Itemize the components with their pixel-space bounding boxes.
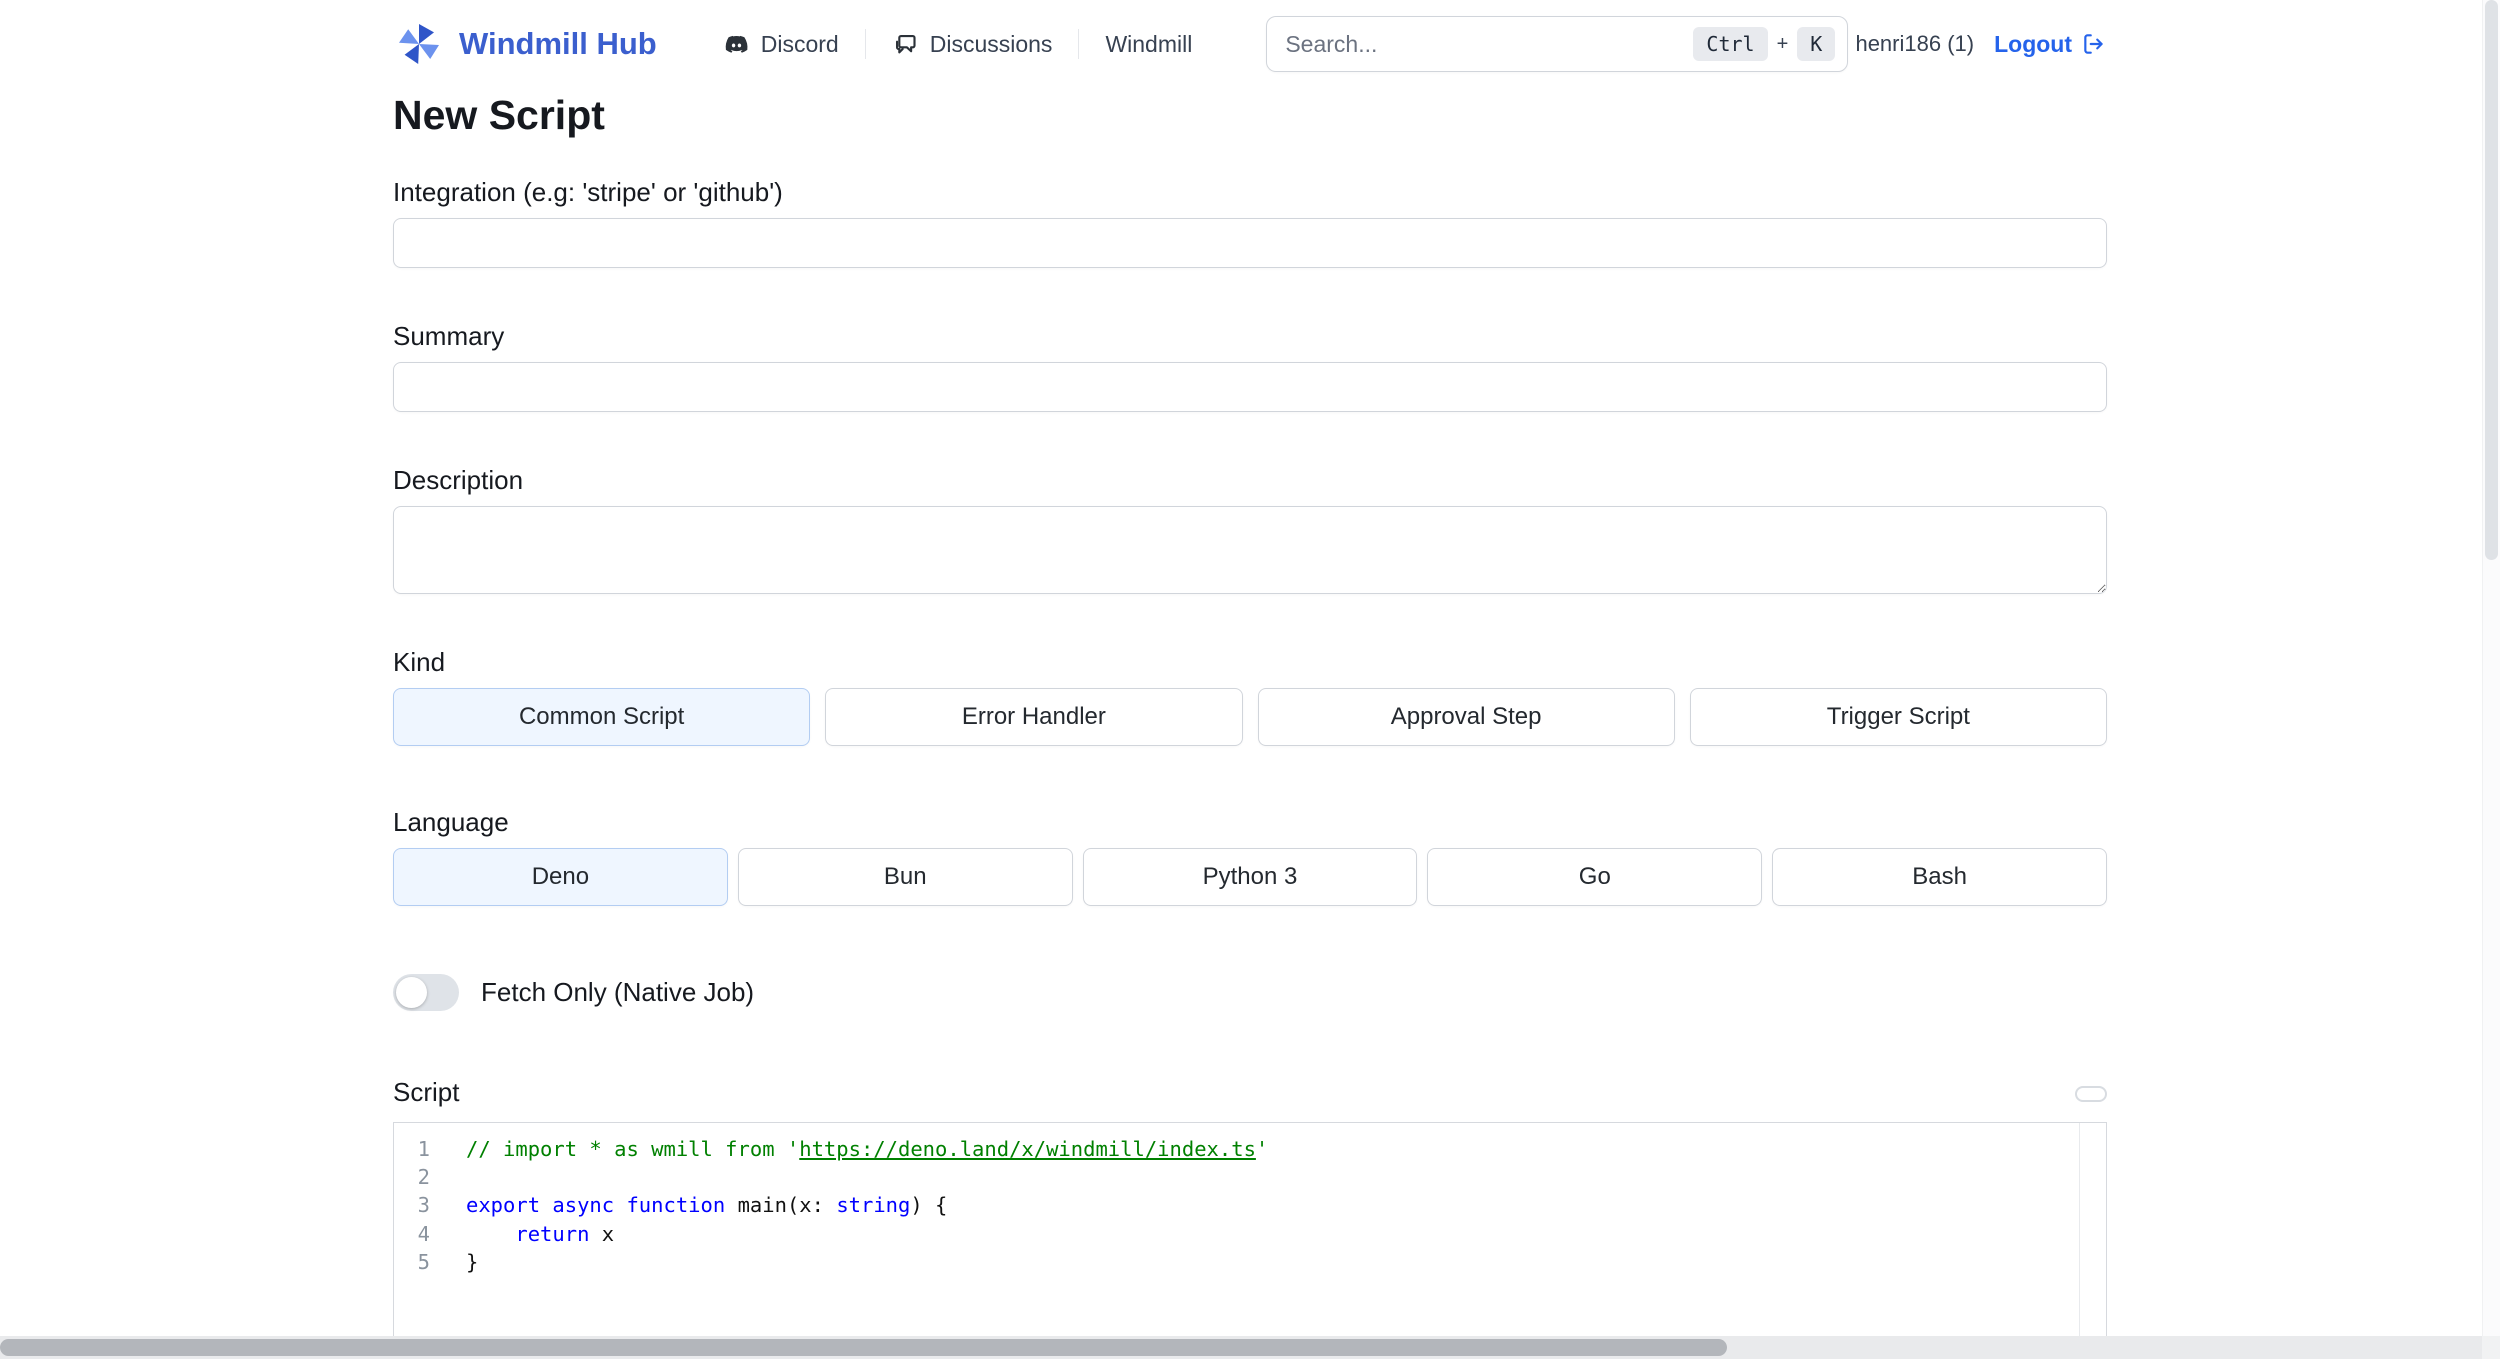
user-area: henri186 (1) Logout xyxy=(1855,31,2107,58)
toggle-knob xyxy=(396,977,427,1008)
brand[interactable]: Windmill Hub xyxy=(393,20,657,68)
main-content: New Script Integration (e.g: 'stripe' or… xyxy=(393,90,2107,1359)
kind-options: Common Script Error Handler Approval Ste… xyxy=(393,688,2107,746)
windmill-logo-icon xyxy=(399,24,439,64)
editor-settings-pill[interactable] xyxy=(2075,1086,2107,1102)
language-options: Deno Bun Python 3 Go Bash xyxy=(393,848,2107,906)
summary-label: Summary xyxy=(393,321,505,351)
kbd-k: K xyxy=(1797,27,1836,61)
kbd-plus: + xyxy=(1776,32,1789,55)
summary-input[interactable] xyxy=(393,362,2107,412)
search-box[interactable]: Ctrl + K xyxy=(1266,16,1849,72)
description-section: Description xyxy=(393,464,2107,594)
discussions-icon xyxy=(895,34,916,53)
nav-discord-label: Discord xyxy=(760,30,839,57)
logout-icon xyxy=(2084,34,2103,54)
language-option-bash[interactable]: Bash xyxy=(1772,848,2107,906)
page-title: New Script xyxy=(393,92,605,138)
language-option-bun[interactable]: Bun xyxy=(737,848,1073,906)
nav-windmill-label: Windmill xyxy=(1105,30,1193,57)
script-section: Script 1// import * as wmill from 'https… xyxy=(393,1076,2107,1359)
logout-link[interactable]: Logout xyxy=(1994,31,2107,58)
summary-section: Summary xyxy=(393,320,2107,412)
language-option-deno[interactable]: Deno xyxy=(393,848,728,906)
brand-name: Windmill Hub xyxy=(459,26,657,61)
vertical-scrollbar-thumb[interactable] xyxy=(2485,0,2498,560)
integration-input[interactable] xyxy=(393,218,2107,268)
editor-scrollbar-track[interactable] xyxy=(2079,1123,2080,1359)
scrollbar-corner xyxy=(2482,1336,2500,1359)
script-label: Script xyxy=(393,1077,460,1107)
main-nav: Discord Discussions Windmill xyxy=(697,29,1219,59)
kbd-ctrl: Ctrl xyxy=(1693,27,1768,61)
discord-icon xyxy=(725,35,748,53)
kind-label: Kind xyxy=(393,647,446,677)
language-section: Language Deno Bun Python 3 Go Bash xyxy=(393,806,2107,906)
description-textarea[interactable] xyxy=(393,506,2107,594)
fetch-only-section: Fetch Only (Native Job) xyxy=(393,974,2107,1011)
page-horizontal-scrollbar[interactable] xyxy=(0,1336,2500,1359)
search-input[interactable] xyxy=(1285,30,1694,58)
code-lines: 1// import * as wmill from 'https://deno… xyxy=(417,1137,1269,1274)
code-editor[interactable]: 1// import * as wmill from 'https://deno… xyxy=(393,1122,2107,1359)
integration-section: Integration (e.g: 'stripe' or 'github') xyxy=(393,176,2107,268)
nav-windmill[interactable]: Windmill xyxy=(1079,31,1218,58)
language-option-python3[interactable]: Python 3 xyxy=(1082,848,1418,906)
header: Windmill Hub Discord Discussions Windmil… xyxy=(0,0,2500,88)
horizontal-scrollbar-thumb[interactable] xyxy=(0,1339,1727,1356)
description-label: Description xyxy=(393,465,524,495)
kind-option-approval-step[interactable]: Approval Step xyxy=(1257,688,1675,746)
language-label: Language xyxy=(393,807,509,837)
username: henri186 (1) xyxy=(1855,31,1975,56)
language-option-go[interactable]: Go xyxy=(1427,848,1763,906)
fetch-only-toggle[interactable] xyxy=(393,974,459,1011)
nav-discussions[interactable]: Discussions xyxy=(866,31,1079,58)
kind-option-trigger-script[interactable]: Trigger Script xyxy=(1689,688,2107,746)
nav-discussions-label: Discussions xyxy=(929,30,1053,57)
integration-label: Integration (e.g: 'stripe' or 'github') xyxy=(393,177,783,207)
kind-option-common-script[interactable]: Common Script xyxy=(393,688,811,746)
nav-discord[interactable]: Discord xyxy=(697,31,865,58)
kind-section: Kind Common Script Error Handler Approva… xyxy=(393,646,2107,746)
logout-label: Logout xyxy=(1994,30,2072,57)
page-vertical-scrollbar[interactable] xyxy=(2482,0,2500,1359)
fetch-only-label: Fetch Only (Native Job) xyxy=(481,977,755,1007)
kind-option-error-handler[interactable]: Error Handler xyxy=(825,688,1243,746)
